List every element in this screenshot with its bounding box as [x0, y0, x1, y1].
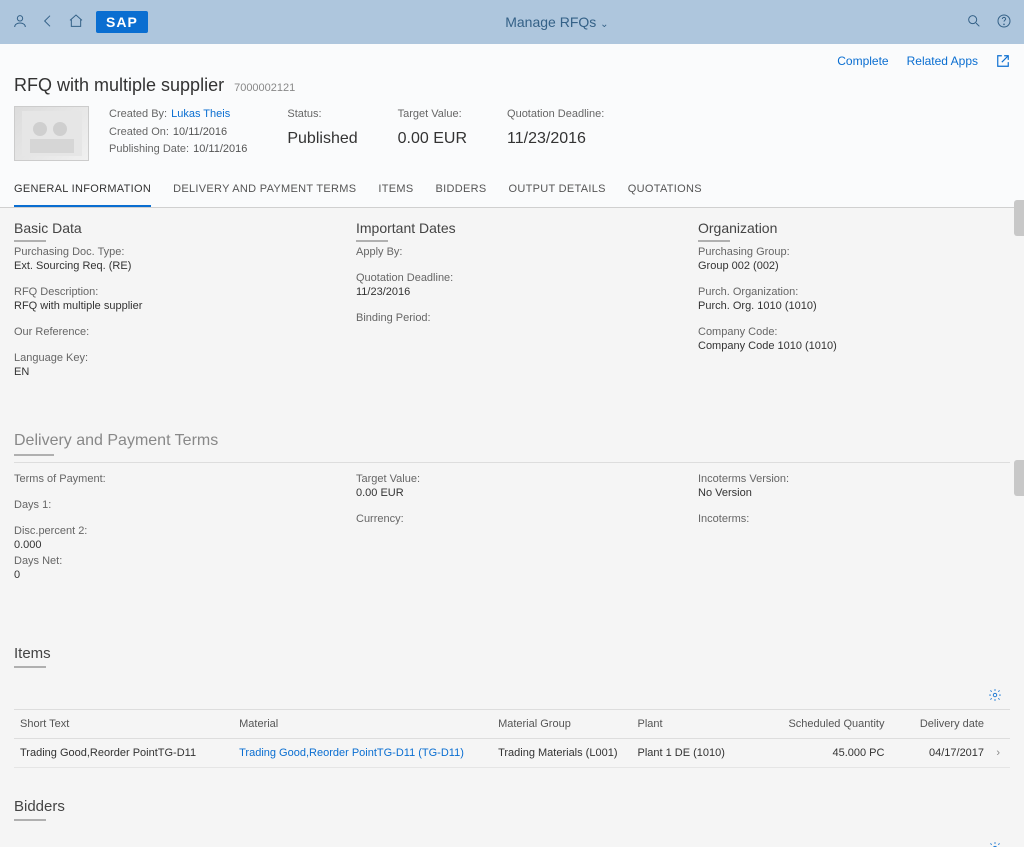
tab-delivery[interactable]: DELIVERY AND PAYMENT TERMS — [173, 175, 356, 207]
deadline-meta: Quotation Deadline: 11/23/2016 — [507, 106, 608, 161]
cell-delivery-date: 04/17/2017 — [890, 739, 990, 768]
chevron-down-icon: ⌄ — [600, 19, 608, 30]
document-number: 7000002121 — [234, 82, 295, 94]
field-currency: Currency: — [356, 513, 668, 525]
header-actions: Complete Related Apps — [14, 52, 1010, 75]
user-icon[interactable] — [12, 13, 28, 32]
back-icon[interactable] — [40, 13, 56, 32]
cell-sched-qty: 45.000 PC — [771, 739, 891, 768]
cell-short-text: Trading Good,Reorder PointTG-D11 — [14, 739, 233, 768]
col-material-group[interactable]: Material Group — [492, 710, 631, 739]
items-section-title: Items — [14, 645, 1010, 668]
cell-material[interactable]: Trading Good,Reorder PointTG-D11 (TG-D11… — [233, 739, 492, 768]
tab-general[interactable]: GENERAL INFORMATION — [14, 175, 151, 207]
col-delivery-date[interactable]: Delivery date — [890, 710, 990, 739]
field-terms-of-payment: Terms of Payment: — [14, 473, 326, 485]
col-short-text[interactable]: Short Text — [14, 710, 233, 739]
cell-plant: Plant 1 DE (1010) — [632, 739, 771, 768]
organization-title: Organization — [698, 220, 1010, 242]
chevron-right-icon[interactable]: › — [990, 739, 1010, 768]
bidders-section-title: Bidders — [14, 798, 1010, 821]
status-value: Published — [287, 126, 357, 152]
tab-quotations[interactable]: QUOTATIONS — [628, 175, 702, 207]
important-dates-title: Important Dates — [356, 220, 668, 242]
home-icon[interactable] — [68, 13, 84, 32]
field-rfq-description: RFQ Description:RFQ with multiple suppli… — [14, 286, 326, 312]
col-material[interactable]: Material — [233, 710, 492, 739]
field-apply-by: Apply By: — [356, 246, 668, 258]
field-incoterms: Incoterms: — [698, 513, 1010, 525]
field-purch-organization: Purch. Organization:Purch. Org. 1010 (10… — [698, 286, 1010, 312]
side-handle-top[interactable] — [1014, 200, 1024, 236]
created-meta: Created By:Lukas Theis Created On:10/11/… — [109, 106, 247, 161]
field-days-net: Days Net:0 — [14, 555, 326, 581]
field-purch-doc-type: Purchasing Doc. Type:Ext. Sourcing Req. … — [14, 246, 326, 272]
page-title: RFQ with multiple supplier — [14, 75, 224, 96]
help-icon[interactable] — [996, 13, 1012, 32]
complete-action[interactable]: Complete — [837, 54, 888, 71]
created-by-link[interactable]: Lukas Theis — [171, 108, 230, 120]
field-binding-period: Binding Period: — [356, 312, 668, 324]
field-language-key: Language Key:EN — [14, 352, 326, 378]
items-settings-icon[interactable] — [988, 688, 1002, 705]
object-page-header: Complete Related Apps RFQ with multiple … — [0, 44, 1024, 208]
field-incoterms-version: Incoterms Version:No Version — [698, 473, 1010, 499]
target-value-meta: Target Value: 0.00 EUR — [398, 106, 467, 161]
related-apps-action[interactable]: Related Apps — [907, 54, 978, 71]
items-table: Short Text Material Material Group Plant… — [14, 709, 1010, 768]
tab-bidders[interactable]: BIDDERS — [435, 175, 486, 207]
shell-bar: SAP Manage RFQs ⌄ — [0, 0, 1024, 44]
field-company-code: Company Code:Company Code 1010 (1010) — [698, 326, 1010, 352]
tab-output[interactable]: OUTPUT DETAILS — [508, 175, 605, 207]
header-thumbnail — [14, 106, 89, 161]
anchor-tabs: GENERAL INFORMATION DELIVERY AND PAYMENT… — [14, 175, 1010, 207]
table-row[interactable]: Trading Good,Reorder PointTG-D11Trading … — [14, 739, 1010, 768]
cell-material-group: Trading Materials (L001) — [492, 739, 631, 768]
sap-logo: SAP — [96, 11, 148, 33]
field-quotation-deadline: Quotation Deadline:11/23/2016 — [356, 272, 668, 298]
col-plant[interactable]: Plant — [632, 710, 771, 739]
field-disc-percent-2: Disc.percent 2:0.000 — [14, 525, 326, 551]
field-our-reference: Our Reference: — [14, 326, 326, 338]
field-days1: Days 1: — [14, 499, 326, 511]
search-icon[interactable] — [966, 13, 982, 32]
field-purchasing-group: Purchasing Group:Group 002 (002) — [698, 246, 1010, 272]
side-handle-bottom[interactable] — [1014, 460, 1024, 496]
delivery-section-title: Delivery and Payment Terms — [14, 432, 1010, 456]
field-target-value: Target Value:0.00 EUR — [356, 473, 668, 499]
tab-items[interactable]: ITEMS — [378, 175, 413, 207]
shell-title[interactable]: Manage RFQs ⌄ — [148, 14, 966, 30]
status-meta: Status: Published — [287, 106, 357, 161]
bidders-settings-icon[interactable] — [988, 841, 1002, 847]
basic-data-title: Basic Data — [14, 220, 326, 242]
share-icon[interactable] — [996, 54, 1010, 71]
col-sched-qty[interactable]: Scheduled Quantity — [771, 710, 891, 739]
